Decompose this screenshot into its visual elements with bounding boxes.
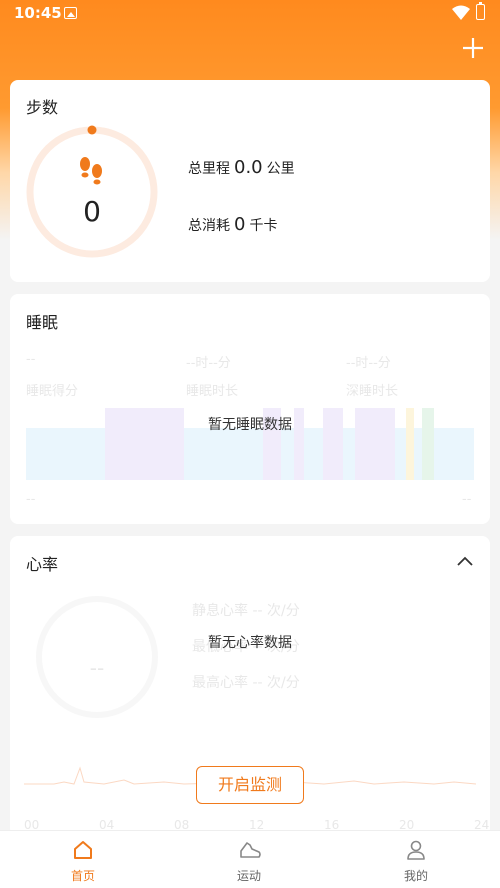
footprints-icon xyxy=(80,157,102,185)
plus-icon xyxy=(463,38,483,58)
steps-count: 0 xyxy=(83,195,101,228)
sleep-axis-end: -- xyxy=(462,492,472,507)
heart-rate-current: -- xyxy=(89,656,105,680)
shoe-icon xyxy=(240,842,261,858)
calories-value: 0 xyxy=(234,214,246,235)
sleep-duration-label: 睡眠时长 xyxy=(186,384,239,399)
max-hr-unit: 次/分 xyxy=(267,675,300,691)
calories-unit: 千卡 xyxy=(249,218,278,234)
heart-rate-title: 心率 xyxy=(26,555,59,574)
resting-hr-label: 静息心率 xyxy=(192,603,248,619)
battery-icon xyxy=(476,2,485,20)
steps-progress-ring xyxy=(26,125,158,258)
distance-row: 总里程 0.0 公里 xyxy=(188,157,295,178)
resting-hr-row: 静息心率 -- 次/分 xyxy=(192,600,300,620)
deep-sleep-label: 深睡时长 xyxy=(346,384,399,399)
sleep-card[interactable]: 睡眠 -- 睡眠得分 --时--分 睡眠时长 --时--分 深睡时长 -- --… xyxy=(10,294,490,524)
sleep-axis-start: -- xyxy=(26,492,36,507)
max-hr-row: 最高心率 -- 次/分 xyxy=(192,672,300,692)
max-hr-value: -- xyxy=(252,675,263,691)
calories-row: 总消耗 0 千卡 xyxy=(188,214,277,235)
sleep-title: 睡眠 xyxy=(26,313,59,332)
resting-hr-unit: 次/分 xyxy=(267,603,300,619)
sleep-score-label: 睡眠得分 xyxy=(26,384,79,399)
distance-label: 总里程 xyxy=(188,161,230,177)
nav-item-mine[interactable]: 我的 xyxy=(356,831,476,888)
max-hr-label: 最高心率 xyxy=(192,675,248,691)
home-icon xyxy=(74,841,92,859)
nav-label-sport: 运动 xyxy=(236,869,261,883)
nav-label-home: 首页 xyxy=(70,869,95,883)
resting-hr-value: -- xyxy=(252,603,263,619)
heart-rate-card[interactable]: 心率 -- 静息心率 -- 次/分 最低心率 -- 次/分 最高心率 -- 次/… xyxy=(10,536,490,836)
heart-rate-empty-message: 暂无心率数据 xyxy=(208,635,292,651)
steps-card[interactable]: 步数 0 总里程 0.0 公里 总消耗 0 千卡 xyxy=(10,80,490,282)
start-monitoring-button[interactable]: 开启监测 xyxy=(196,766,304,804)
deep-sleep-value: --时--分 xyxy=(346,356,391,371)
distance-unit: 公里 xyxy=(266,161,295,177)
steps-title: 步数 xyxy=(26,98,59,117)
calories-label: 总消耗 xyxy=(188,218,230,234)
person-icon xyxy=(407,840,425,860)
add-button[interactable] xyxy=(458,32,488,62)
bottom-nav: 首页 运动 我的 xyxy=(0,830,500,888)
distance-value: 0.0 xyxy=(234,157,263,178)
wifi-icon xyxy=(452,5,470,20)
nav-item-sport[interactable]: 运动 xyxy=(189,831,309,888)
sleep-score-value: -- xyxy=(26,352,36,367)
status-time: 10:45 xyxy=(14,4,62,22)
sleep-duration-value: --时--分 xyxy=(186,356,231,371)
nav-label-mine: 我的 xyxy=(403,869,428,883)
sleep-empty-message: 暂无睡眠数据 xyxy=(208,417,292,433)
status-bar: 10:45 xyxy=(0,0,500,28)
nav-item-home[interactable]: 首页 xyxy=(23,831,143,888)
chevron-up-icon[interactable] xyxy=(454,550,476,572)
image-icon xyxy=(64,7,77,19)
